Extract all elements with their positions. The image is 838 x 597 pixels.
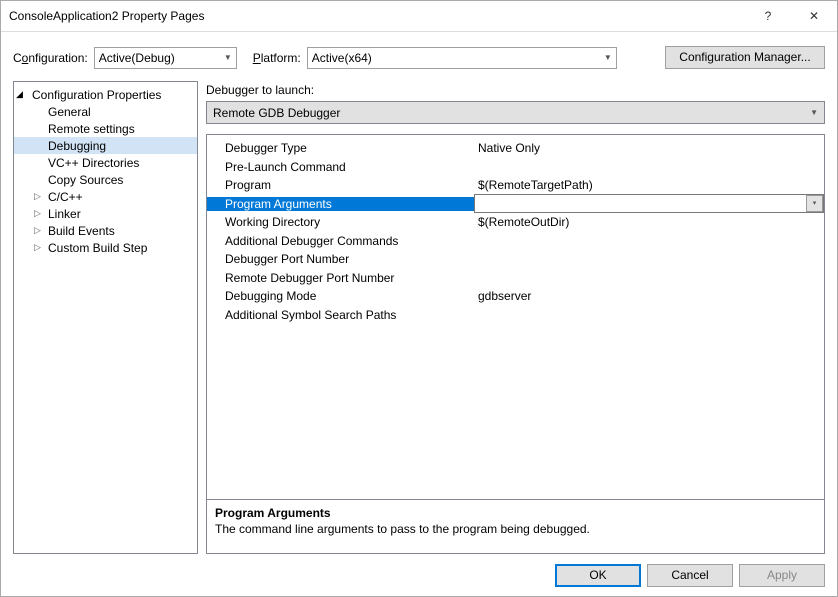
apply-button: Apply	[739, 564, 825, 587]
debugger-launch-value: Remote GDB Debugger	[213, 106, 340, 120]
configuration-bar: Configuration: Active(Debug) ▼ Platform:…	[1, 32, 837, 77]
property-row[interactable]: Debugging Modegdbserver	[207, 287, 824, 306]
close-button[interactable]: ✕	[791, 1, 837, 31]
debugger-launch-combo[interactable]: Remote GDB Debugger ▼	[206, 101, 825, 124]
property-value[interactable]: gdbserver	[474, 289, 824, 303]
description-panel: Program Arguments The command line argum…	[206, 499, 825, 554]
cancel-button[interactable]: Cancel	[647, 564, 733, 587]
property-name: Debugging Mode	[207, 289, 474, 303]
property-row[interactable]: Working Directory$(RemoteOutDir)	[207, 213, 824, 232]
tree-root-label: Configuration Properties	[28, 88, 161, 102]
property-name: Pre-Launch Command	[207, 160, 474, 174]
tree-collapse-icon[interactable]: ◢	[16, 89, 28, 100]
property-row[interactable]: Pre-Launch Command	[207, 158, 824, 177]
tree-item-label: Debugging	[48, 139, 106, 153]
tree-expand-icon[interactable]: ▷	[34, 191, 46, 202]
tree-item-label: General	[48, 105, 91, 119]
tree-item-label: Build Events	[48, 224, 115, 238]
category-tree[interactable]: ◢ Configuration Properties General Remote…	[13, 81, 198, 554]
property-value[interactable]: $(RemoteOutDir)	[474, 215, 824, 229]
chevron-down-icon: ▼	[224, 53, 232, 62]
help-button[interactable]: ?	[745, 1, 791, 31]
property-name: Additional Debugger Commands	[207, 234, 474, 248]
property-name: Working Directory	[207, 215, 474, 229]
chevron-down-icon: ▼	[604, 53, 612, 62]
property-grid[interactable]: Debugger TypeNative OnlyPre-Launch Comma…	[206, 134, 825, 500]
tree-item-general[interactable]: General	[14, 103, 197, 120]
configuration-label: Configuration:	[13, 51, 88, 65]
property-row[interactable]: Additional Symbol Search Paths	[207, 306, 824, 325]
tree-item-copy-sources[interactable]: Copy Sources	[14, 171, 197, 188]
tree-item-c-c-[interactable]: ▷C/C++	[14, 188, 197, 205]
tree-item-build-events[interactable]: ▷Build Events	[14, 222, 197, 239]
configuration-combo[interactable]: Active(Debug) ▼	[94, 47, 237, 69]
tree-item-debugging[interactable]: Debugging	[14, 137, 197, 154]
tree-item-linker[interactable]: ▷Linker	[14, 205, 197, 222]
tree-item-remote-settings[interactable]: Remote settings	[14, 120, 197, 137]
tree-item-label: Custom Build Step	[48, 241, 147, 255]
property-dropdown-icon[interactable]: ▾	[806, 195, 823, 212]
property-row[interactable]: Program Arguments ▾	[207, 195, 824, 214]
chevron-down-icon: ▼	[810, 108, 818, 117]
property-name: Debugger Type	[207, 141, 474, 155]
description-text: The command line arguments to pass to th…	[215, 522, 816, 536]
tree-root[interactable]: ◢ Configuration Properties	[14, 86, 197, 103]
ok-button[interactable]: OK	[555, 564, 641, 587]
titlebar: ConsoleApplication2 Property Pages ? ✕	[1, 1, 837, 32]
platform-value: Active(x64)	[312, 51, 372, 65]
tree-item-label: Copy Sources	[48, 173, 123, 187]
tree-item-label: Remote settings	[48, 122, 135, 136]
configuration-value: Active(Debug)	[99, 51, 175, 65]
tree-expand-icon[interactable]: ▷	[34, 242, 46, 253]
configuration-manager-button[interactable]: Configuration Manager...	[665, 46, 825, 69]
debugger-launch-label: Debugger to launch:	[206, 81, 825, 101]
tree-item-label: C/C++	[48, 190, 83, 204]
tree-expand-icon[interactable]: ▷	[34, 225, 46, 236]
tree-item-vc-directories[interactable]: VC++ Directories	[14, 154, 197, 171]
property-value[interactable]: ▾	[474, 194, 824, 213]
tree-expand-icon[interactable]: ▷	[34, 208, 46, 219]
tree-item-label: VC++ Directories	[48, 156, 139, 170]
property-name: Remote Debugger Port Number	[207, 271, 474, 285]
property-name: Additional Symbol Search Paths	[207, 308, 474, 322]
property-name: Debugger Port Number	[207, 252, 474, 266]
property-row[interactable]: Program$(RemoteTargetPath)	[207, 176, 824, 195]
property-value[interactable]: $(RemoteTargetPath)	[474, 178, 824, 192]
tree-item-label: Linker	[48, 207, 81, 221]
property-row[interactable]: Debugger Port Number	[207, 250, 824, 269]
property-row[interactable]: Remote Debugger Port Number	[207, 269, 824, 288]
dialog-footer: OK Cancel Apply	[1, 554, 837, 597]
property-value[interactable]: Native Only	[474, 141, 824, 155]
platform-label: Platform:	[253, 51, 301, 65]
property-name: Program	[207, 178, 474, 192]
property-name: Program Arguments	[207, 197, 474, 211]
description-title: Program Arguments	[215, 506, 816, 520]
property-row[interactable]: Additional Debugger Commands	[207, 232, 824, 251]
window-title: ConsoleApplication2 Property Pages	[9, 9, 745, 23]
property-row[interactable]: Debugger TypeNative Only	[207, 139, 824, 158]
platform-combo[interactable]: Active(x64) ▼	[307, 47, 617, 69]
tree-item-custom-build-step[interactable]: ▷Custom Build Step	[14, 239, 197, 256]
